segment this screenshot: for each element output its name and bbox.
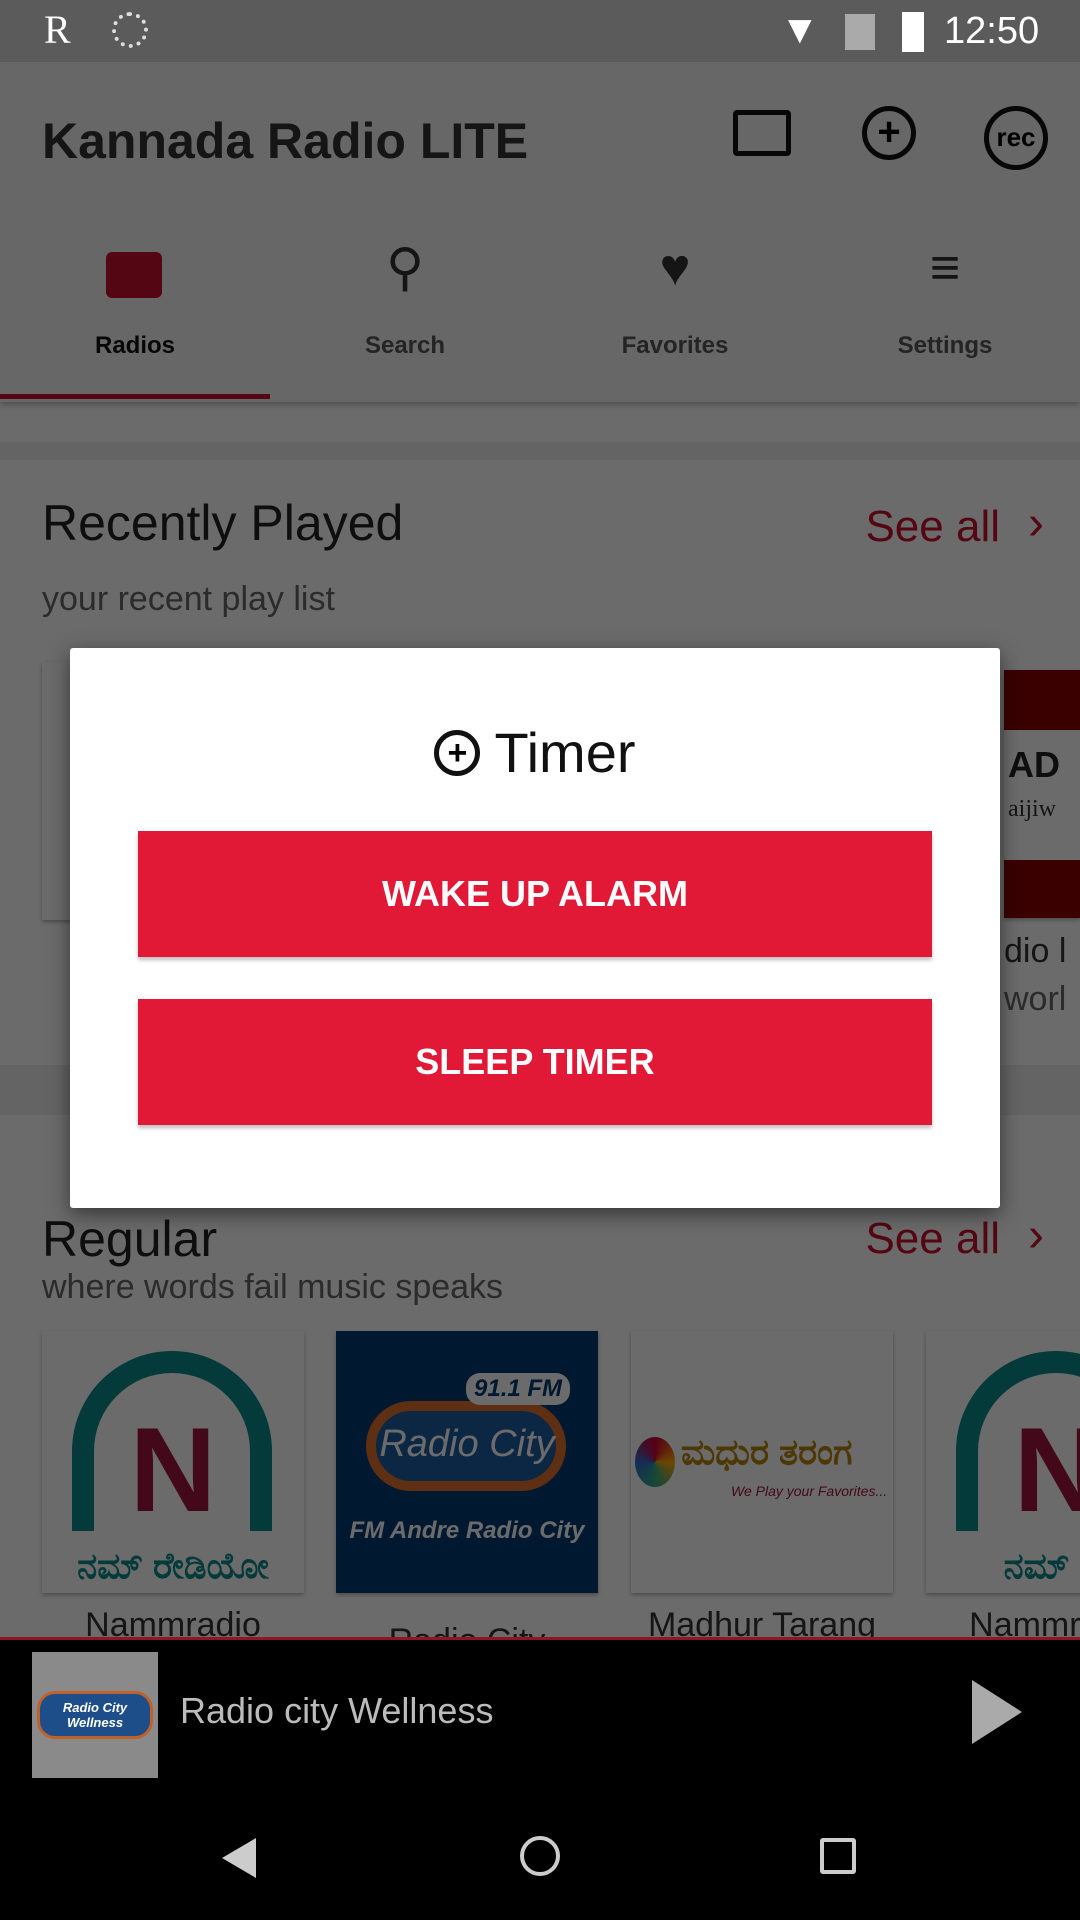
tab-label: Favorites — [621, 332, 729, 359]
sync-icon — [112, 12, 148, 48]
recent-card-sub: worl — [1004, 980, 1067, 1018]
recent-see-all[interactable]: See all — [865, 502, 1000, 552]
flower-icon — [635, 1437, 675, 1487]
logo-sub: FM Andre Radio City — [349, 1517, 585, 1544]
logo-text: ಮಧುರ ತರಂಗ — [681, 1431, 853, 1472]
recent-subtitle: your recent play list — [42, 580, 335, 618]
timer-dialog: + Timer WAKE UP ALARM SLEEP TIMER — [70, 648, 1000, 1208]
tab-radios[interactable]: Radios — [0, 62, 270, 402]
mini-player[interactable]: Radio City Wellness Radio city Wellness — [0, 1637, 1080, 1788]
station-card-madhur-tarang[interactable]: ಮಧುರ ತರಂಗ We Play your Favorites... — [631, 1331, 893, 1593]
recent-title: Recently Played — [42, 495, 404, 551]
tab-settings[interactable]: ≡ Settings — [810, 62, 1080, 402]
regular-title: Regular — [42, 1211, 218, 1267]
tab-label: Search — [364, 332, 446, 359]
dialog-title: Timer — [494, 721, 636, 784]
regular-see-all[interactable]: See all — [865, 1214, 1000, 1264]
clock: 12:50 — [944, 10, 1040, 52]
app-bar: Kannada Radio LITE + rec Radios ⚲ Search… — [0, 62, 1080, 402]
menu-icon: ≡ — [929, 239, 961, 297]
logo-top: 91.1 FM — [466, 1373, 571, 1405]
card-logo-text: AD — [1008, 744, 1060, 785]
player-station-name: Radio city Wellness — [180, 1690, 494, 1731]
battery-charging-icon — [902, 12, 924, 52]
home-icon[interactable] — [520, 1836, 560, 1876]
card-logo-sub: aijiw — [1008, 796, 1056, 822]
tab-label: Settings — [897, 332, 993, 359]
tab-search[interactable]: ⚲ Search — [270, 62, 540, 402]
sleep-timer-button[interactable]: SLEEP TIMER — [138, 999, 932, 1125]
thumb-logo: Radio City Wellness — [37, 1691, 153, 1739]
logo-text: N — [1013, 1403, 1080, 1537]
status-bar: R ▼ 12:50 — [0, 0, 1080, 62]
logo-text: N — [129, 1403, 217, 1537]
radio-icon — [106, 252, 162, 298]
logo-sub: ನಮ್ ರೇಡಿಯೋ — [77, 1545, 269, 1586]
heart-icon: ♥ — [659, 239, 691, 297]
app-r-icon: R — [44, 7, 71, 52]
divider — [0, 442, 1080, 460]
chevron-right-icon[interactable]: › — [1028, 1208, 1044, 1263]
no-sim-icon — [845, 14, 875, 50]
recents-icon[interactable] — [820, 1838, 856, 1874]
wake-up-alarm-button[interactable]: WAKE UP ALARM — [138, 831, 932, 957]
active-tab-indicator — [0, 394, 270, 399]
regular-subtitle: where words fail music speaks — [42, 1268, 504, 1306]
logo-text: Radio City — [379, 1423, 555, 1465]
station-card-nammradio[interactable]: N ನಮ್ ರೇಡಿಯೋ — [42, 1331, 304, 1593]
chevron-right-icon[interactable]: › — [1028, 496, 1044, 551]
tab-favorites[interactable]: ♥ Favorites — [540, 62, 810, 402]
logo-sub: We Play your Favorites... — [731, 1483, 888, 1499]
tab-label: Radios — [94, 332, 175, 359]
wifi-icon: ▼ — [780, 8, 820, 52]
recent-card[interactable]: AD aijiw — [1004, 670, 1080, 918]
play-icon[interactable] — [972, 1680, 1022, 1744]
player-thumbnail: Radio City Wellness — [32, 1652, 158, 1778]
alarm-add-icon: + — [434, 729, 481, 776]
recent-card-name: dio l — [1004, 932, 1067, 970]
back-icon[interactable] — [222, 1838, 256, 1878]
logo-sub: ನಮ್ ರೇ — [1003, 1545, 1080, 1586]
navigation-bar — [0, 1788, 1080, 1920]
card-logo: AD aijiw — [1004, 730, 1080, 860]
search-icon: ⚲ — [385, 239, 425, 297]
station-card-nammradio[interactable]: N ನಮ್ ರೇ — [926, 1331, 1080, 1593]
station-card-radio-city[interactable]: 91.1 FM Radio City FM Andre Radio City — [336, 1331, 598, 1593]
